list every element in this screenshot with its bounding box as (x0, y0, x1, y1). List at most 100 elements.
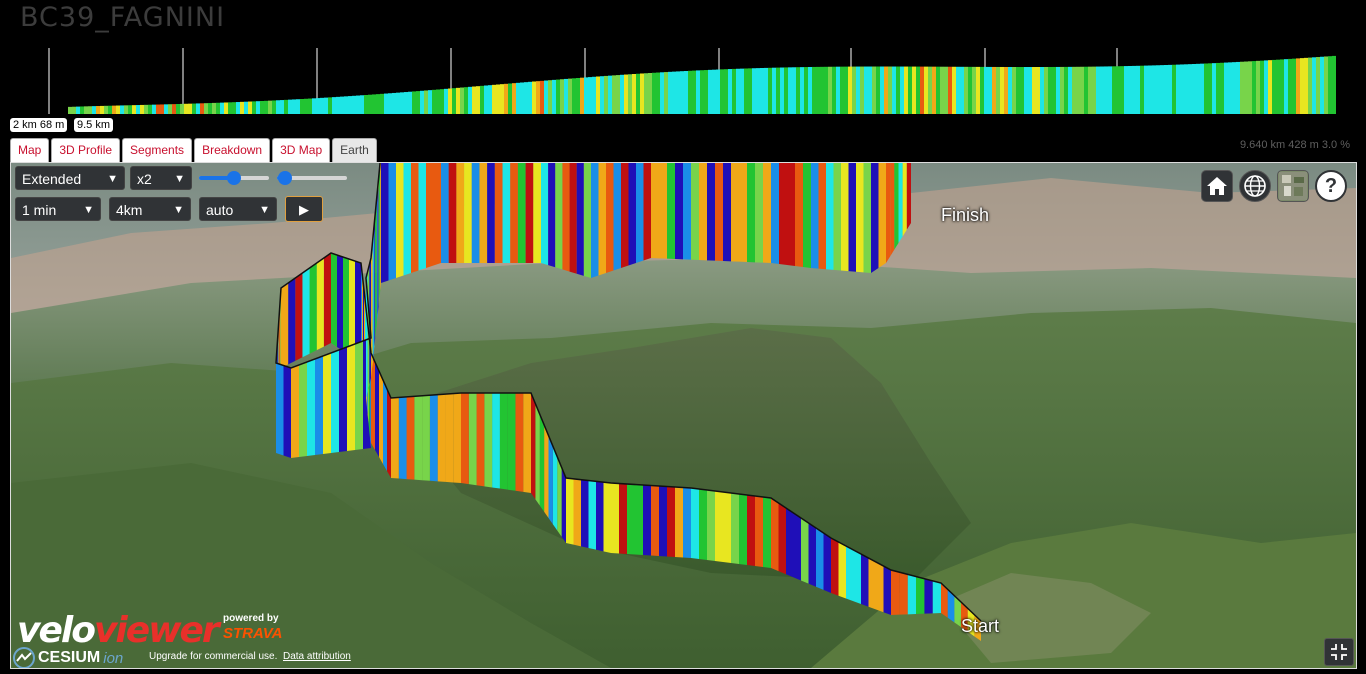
home-button[interactable] (1201, 170, 1233, 202)
profile-gradient-segment (1008, 66, 1012, 114)
elevation-profile-chart[interactable] (48, 46, 1338, 114)
profile-gradient-segment (96, 106, 100, 114)
tab-segments[interactable]: Segments (122, 138, 193, 162)
profile-gradient-segment (1272, 59, 1276, 114)
profile-gradient-segment (560, 79, 564, 114)
profile-gradient-segment (1068, 66, 1072, 114)
profile-gradient-segment (1208, 63, 1212, 114)
route-wall-segment (323, 253, 331, 347)
profile-gradient-segment (488, 85, 492, 114)
terrain-scene[interactable] (11, 163, 1356, 668)
distance-select[interactable]: 4km ▼ (109, 197, 191, 221)
profile-gradient-segment (1332, 55, 1336, 114)
profile-gradient-segment (164, 104, 168, 114)
route-wall-segment (643, 163, 651, 261)
profile-gradient-segment (500, 84, 504, 114)
slider-2[interactable] (277, 171, 347, 185)
data-attribution-link[interactable]: Data attribution (283, 651, 351, 662)
mode-select[interactable]: Extended ▼ (15, 166, 125, 190)
profile-gradient-segment (212, 102, 216, 114)
route-wall-segment (380, 163, 381, 291)
profile-gradient-segment (1188, 64, 1192, 114)
chevron-down-icon: ▼ (174, 173, 185, 185)
profile-gradient-segment (320, 97, 324, 114)
tab-breakdown[interactable]: Breakdown (194, 138, 271, 162)
profile-gradient-segment (516, 82, 520, 114)
route-wall-segment (699, 489, 707, 560)
cesium-text: CESIUM (38, 649, 101, 666)
profile-gradient-segment (284, 99, 288, 114)
profile-gradient-segment (884, 66, 888, 114)
help-button[interactable]: ? (1315, 170, 1347, 202)
elevation-profile[interactable] (48, 46, 1338, 114)
profile-gradient-segment (912, 66, 916, 114)
profile-gradient-segment (108, 105, 112, 114)
route-wall-segment (848, 163, 856, 272)
profile-gradient-segment (564, 78, 568, 114)
profile-gradient-segment (1016, 67, 1020, 114)
profile-gradient-segment (104, 105, 108, 114)
profile-gradient-segment (988, 66, 992, 114)
route-wall-segment (755, 496, 763, 567)
profile-gradient-segment (136, 105, 140, 114)
route-wall-segment (375, 362, 379, 457)
globe-button[interactable] (1239, 170, 1271, 202)
tab-earth[interactable]: Earth (332, 138, 377, 163)
route-wall-segment (651, 163, 659, 259)
route-wall-segment (846, 546, 854, 602)
imagery-layers-button[interactable] (1277, 170, 1309, 202)
route-wall-segment (456, 163, 465, 263)
profile-gradient-segment (1324, 56, 1328, 114)
help-icon: ? (1324, 174, 1338, 197)
profile-gradient-segment (784, 67, 788, 114)
route-wall-segment (373, 223, 375, 355)
profile-gradient-segment (740, 68, 744, 114)
earth-viewer[interactable]: Extended ▼ x2 ▼ 1 min ▼ 4km ▼ auto ▼ ▶ ?… (10, 162, 1357, 669)
profile-gradient-segment (308, 98, 312, 114)
tab-3d-profile[interactable]: 3D Profile (51, 138, 121, 162)
profile-gradient-segment (1028, 67, 1032, 114)
play-button[interactable]: ▶ (285, 196, 323, 222)
profile-gradient-segment (824, 66, 828, 114)
route-wall-segment (723, 163, 731, 262)
route-wall-segment (414, 395, 423, 481)
profile-gradient-segment (80, 106, 84, 114)
profile-gradient-segment (468, 86, 472, 114)
slider-1[interactable] (199, 171, 269, 185)
profile-gradient-segment (704, 70, 708, 114)
profile-gradient-segment (948, 66, 952, 114)
profile-gradient-segment (1288, 58, 1292, 114)
profile-gradient-segment (616, 75, 620, 114)
route-wall-segment (707, 163, 715, 261)
cesium-logo[interactable]: CESIUM ion (13, 647, 123, 668)
profile-gradient-segment (1216, 62, 1220, 114)
tab-3d-map[interactable]: 3D Map (272, 138, 331, 162)
speed-select[interactable]: auto ▼ (199, 197, 277, 221)
route-wall-segment (445, 393, 454, 483)
tab-map[interactable]: Map (10, 138, 50, 162)
profile-gradient-segment (1076, 66, 1080, 114)
time-step-select[interactable]: 1 min ▼ (15, 197, 101, 221)
route-wall-segment (787, 163, 795, 266)
profile-gradient-segment (208, 103, 212, 114)
route-wall-segment (667, 163, 675, 259)
route-wall-segment (801, 518, 809, 584)
profile-gradient-segment (1116, 66, 1120, 114)
slider-1-handle[interactable] (227, 171, 241, 185)
route-wall-segment (863, 163, 871, 273)
profile-gradient-segment (680, 71, 684, 114)
route-wall-segment (541, 163, 549, 266)
exaggeration-select[interactable]: x2 ▼ (130, 166, 192, 190)
profile-gradient-segment (1320, 56, 1324, 114)
profile-gradient-segment (1240, 61, 1244, 114)
profile-scale-left: 2 km 68 m (10, 118, 68, 132)
fullscreen-button[interactable] (1324, 638, 1354, 666)
route-wall-segment (861, 554, 869, 607)
start-label: Start (961, 616, 1000, 636)
route-wall-segment (899, 572, 908, 615)
route-wall-segment (441, 163, 449, 263)
route-wall-segment (396, 163, 404, 278)
profile-gradient-segment (792, 67, 796, 114)
profile-gradient-segment (124, 105, 128, 114)
route-wall-segment (331, 253, 337, 347)
